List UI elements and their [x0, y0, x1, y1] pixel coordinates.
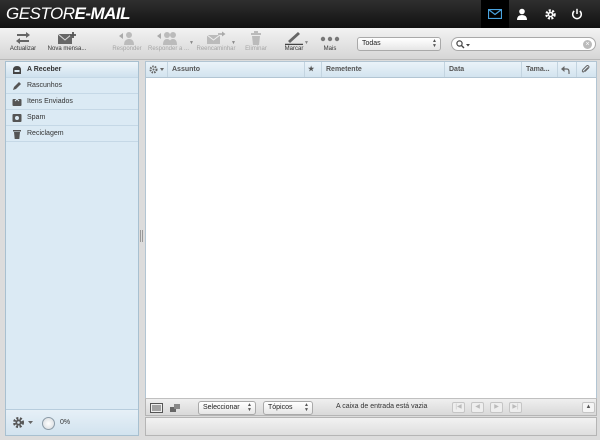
mail-icon[interactable]: [481, 0, 509, 28]
reply-button[interactable]: Responder: [110, 31, 144, 59]
trash-icon: [12, 129, 22, 139]
sidebar-footer: 0%: [6, 409, 138, 435]
preview-pane: [145, 417, 597, 436]
folder-sent[interactable]: Itens Enviados: [6, 94, 138, 110]
column-date[interactable]: Data: [445, 62, 522, 77]
select-dropdown[interactable]: Seleccionar ▲ ▼: [198, 401, 256, 415]
trash-icon: [251, 31, 261, 45]
select-arrows-icon: ▲ ▼: [432, 38, 437, 49]
app-header: GESTORE-MAIL: [0, 0, 600, 28]
last-page-icon[interactable]: ▶|: [509, 402, 522, 413]
quota-indicator: [42, 417, 55, 430]
settings-gear-icon[interactable]: [536, 0, 564, 28]
message-list: Assunto ★ Remetente Data Tama...: [145, 61, 597, 416]
reply-status-icon[interactable]: [558, 62, 577, 77]
threads-dropdown[interactable]: Tópicos ▲ ▼: [263, 401, 313, 415]
pencil-icon: [12, 81, 22, 91]
list-status-text: A caixa de entrada está vazia: [336, 403, 428, 410]
reply-all-icon: [157, 32, 177, 45]
list-view-icon[interactable]: [150, 403, 163, 415]
next-page-icon[interactable]: ▶: [490, 402, 503, 413]
folder-options-gear-icon[interactable]: [12, 416, 34, 431]
spam-icon: [12, 113, 22, 123]
folder-sidebar: A Receber Rascunhos Itens Enviados Spam …: [5, 61, 139, 436]
refresh-button[interactable]: Actualizar: [6, 31, 40, 59]
select-arrows-icon: ▲ ▼: [304, 402, 309, 413]
more-dots-icon: [320, 36, 340, 42]
column-size[interactable]: Tama...: [522, 62, 558, 77]
folder-spam[interactable]: Spam: [6, 110, 138, 126]
list-footer: Seleccionar ▲ ▼ Tópicos ▲ ▼ A caixa de ent…: [145, 398, 597, 416]
mark-dropdown-icon[interactable]: ▼: [304, 40, 309, 46]
forward-dropdown-icon[interactable]: ▼: [231, 40, 236, 46]
first-page-icon[interactable]: |◀: [452, 402, 465, 413]
clear-search-icon[interactable]: ×: [583, 40, 592, 49]
inbox-icon: [12, 65, 22, 75]
quota-percentage: 0%: [60, 419, 71, 426]
reply-all-button[interactable]: Responder a ...: [148, 31, 189, 59]
mark-pen-icon: [285, 32, 303, 45]
toggle-preview-icon[interactable]: ▲: [582, 402, 595, 413]
list-options-gear-icon[interactable]: [146, 62, 168, 77]
new-mail-icon: [57, 32, 76, 44]
app-logo: GESTORE-MAIL: [6, 4, 131, 23]
logout-power-icon[interactable]: [563, 0, 591, 28]
contacts-icon[interactable]: [508, 0, 536, 28]
refresh-arrows-icon: [16, 32, 30, 44]
thread-view-icon[interactable]: [169, 403, 181, 415]
reply-icon: [119, 32, 134, 45]
previous-page-icon[interactable]: ◀: [471, 402, 484, 413]
select-arrows-icon: ▲ ▼: [247, 402, 252, 413]
filter-select[interactable]: Todas ▲ ▼: [357, 37, 441, 51]
delete-button[interactable]: Eliminar: [242, 31, 270, 59]
column-header: Assunto ★ Remetente Data Tama...: [146, 62, 596, 78]
forward-mail-icon: [206, 31, 226, 44]
reply-all-dropdown-icon[interactable]: ▼: [189, 40, 194, 46]
search-input[interactable]: ×: [451, 37, 596, 51]
attachment-icon[interactable]: [577, 62, 596, 77]
folder-drafts[interactable]: Rascunhos: [6, 78, 138, 94]
flag-star-icon[interactable]: ★: [305, 62, 322, 77]
search-icon[interactable]: [456, 40, 470, 51]
new-message-button[interactable]: Nova mensa...: [46, 31, 88, 59]
more-button[interactable]: Mais: [316, 31, 344, 59]
folder-inbox[interactable]: A Receber: [6, 62, 138, 78]
folder-trash[interactable]: Reciclagem: [6, 126, 138, 142]
pane-splitter[interactable]: [140, 230, 144, 242]
column-subject[interactable]: Assunto: [168, 62, 305, 77]
sent-icon: [12, 97, 22, 107]
column-sender[interactable]: Remetente: [322, 62, 445, 77]
